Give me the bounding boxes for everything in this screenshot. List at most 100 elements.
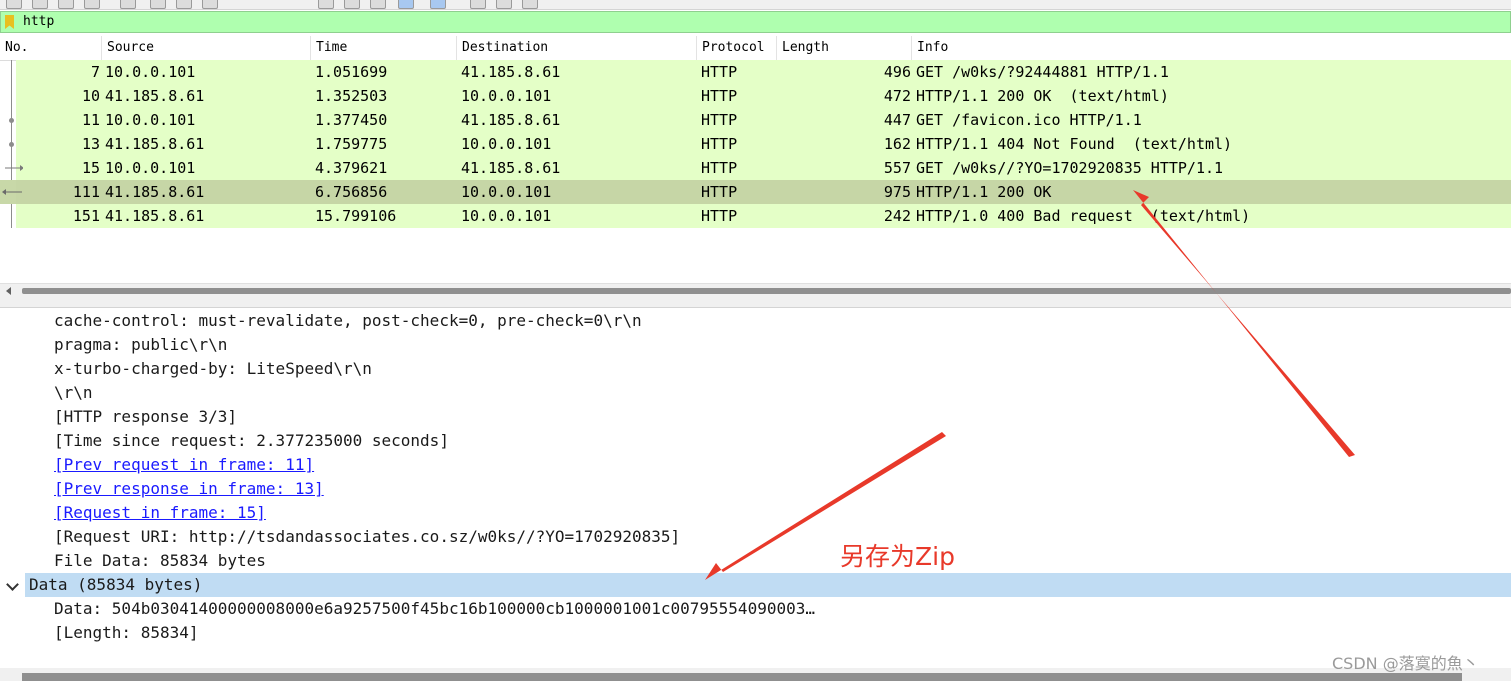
colorize-icon[interactable] xyxy=(398,0,414,9)
detail-line[interactable]: [Time since request: 2.377235000 seconds… xyxy=(54,429,449,453)
cell-no: 10 xyxy=(81,87,100,105)
cell-no: 13 xyxy=(81,135,100,153)
cell-no: 111 xyxy=(72,183,100,201)
main-toolbar xyxy=(0,0,1511,10)
cell-source: 10.0.0.101 xyxy=(105,159,196,177)
row-background xyxy=(16,60,1511,84)
detail-line[interactable]: x-turbo-charged-by: LiteSpeed\r\n xyxy=(54,357,372,381)
column-header-time[interactable]: Time xyxy=(311,36,457,60)
zoom-in-icon[interactable] xyxy=(430,0,446,9)
find-packet-icon[interactable] xyxy=(120,0,136,9)
cell-source: 10.0.0.101 xyxy=(105,111,196,129)
data-node-label[interactable]: Data (85834 bytes) xyxy=(29,573,202,597)
cell-protocol: HTTP xyxy=(701,63,738,81)
chevron-down-icon[interactable] xyxy=(6,578,19,591)
cell-info: HTTP/1.1 404 Not Found (text/html) xyxy=(916,135,1233,153)
cell-no: 11 xyxy=(81,111,100,129)
column-header-source[interactable]: Source xyxy=(102,36,311,60)
go-back-icon[interactable] xyxy=(150,0,166,9)
scrollbar-thumb[interactable] xyxy=(22,673,1462,681)
data-length-line[interactable]: [Length: 85834] xyxy=(54,621,199,645)
display-filter-bar xyxy=(0,11,1511,33)
packet-row[interactable]: 11 10.0.0.101 1.377450 41.185.8.61 HTTP … xyxy=(0,108,1511,132)
conversation-dot xyxy=(9,142,14,147)
cell-length: 975 xyxy=(883,183,911,201)
cell-length: 496 xyxy=(883,63,911,81)
packet-row[interactable]: 10 41.185.8.61 1.352503 10.0.0.101 HTTP … xyxy=(0,84,1511,108)
prev-request-link[interactable]: [Prev request in frame: 11] xyxy=(54,453,314,477)
packet-row-selected[interactable]: 111 41.185.8.61 6.756856 10.0.0.101 HTTP… xyxy=(0,180,1511,204)
request-in-frame-link[interactable]: [Request in frame: 15] xyxy=(54,501,266,525)
cell-protocol: HTTP xyxy=(701,159,738,177)
column-header-protocol[interactable]: Protocol xyxy=(697,36,777,60)
cell-source: 10.0.0.101 xyxy=(105,63,196,81)
packet-list: No. Source Time Destination Protocol Len… xyxy=(0,36,1511,283)
request-uri-line[interactable]: [Request URI: http://tsdandassociates.co… xyxy=(54,525,680,549)
data-value-line[interactable]: Data: 504b03041400000008000e6a9257500f45… xyxy=(54,597,815,621)
cell-info: HTTP/1.1 200 OK (text/html) xyxy=(916,87,1169,105)
go-to-packet-icon[interactable] xyxy=(202,0,218,9)
cell-info: HTTP/1.0 400 Bad request (text/html) xyxy=(916,207,1251,225)
scroll-left-arrow-icon[interactable] xyxy=(6,287,11,295)
prev-response-link[interactable]: [Prev response in frame: 13] xyxy=(54,477,324,501)
column-header-destination[interactable]: Destination xyxy=(457,36,697,60)
cell-destination: 41.185.8.61 xyxy=(461,159,561,177)
cell-protocol: HTTP xyxy=(701,135,738,153)
row-background xyxy=(16,156,1511,180)
cell-protocol: HTTP xyxy=(701,183,738,201)
cell-length: 557 xyxy=(883,159,911,177)
cell-time: 1.051699 xyxy=(315,63,388,81)
data-node-selected[interactable] xyxy=(25,573,1511,597)
packet-row[interactable]: 15 10.0.0.101 4.379621 41.185.8.61 HTTP … xyxy=(0,156,1511,180)
annotation-label: 另存为Zip xyxy=(840,542,955,571)
column-header-info[interactable]: Info xyxy=(912,36,1511,60)
cell-protocol: HTTP xyxy=(701,207,738,225)
detail-line[interactable]: cache-control: must-revalidate, post-che… xyxy=(54,309,642,333)
bookmark-icon[interactable] xyxy=(5,15,14,29)
row-background xyxy=(16,180,1511,204)
zoom-out-icon[interactable] xyxy=(470,0,486,9)
column-header-length[interactable]: Length xyxy=(777,36,912,60)
packet-row[interactable]: 151 41.185.8.61 15.799106 10.0.0.101 HTT… xyxy=(0,204,1511,228)
detail-line[interactable]: pragma: public\r\n xyxy=(54,333,227,357)
cell-destination: 41.185.8.61 xyxy=(461,63,561,81)
packet-row[interactable]: 7 10.0.0.101 1.051699 41.185.8.61 HTTP 4… xyxy=(0,60,1511,84)
cell-time: 15.799106 xyxy=(315,207,397,225)
row-background xyxy=(16,204,1511,228)
watermark: CSDN @落寞的魚丶 xyxy=(1332,654,1479,673)
cell-length: 472 xyxy=(883,87,911,105)
normal-size-icon[interactable] xyxy=(496,0,512,9)
detail-line[interactable]: \r\n xyxy=(54,381,93,405)
cell-protocol: HTTP xyxy=(701,87,738,105)
close-file-icon[interactable] xyxy=(58,0,74,9)
cell-no: 151 xyxy=(72,207,100,225)
pane-splitter[interactable] xyxy=(0,297,1511,308)
packet-details-pane: cache-control: must-revalidate, post-che… xyxy=(0,308,1511,668)
reload-icon[interactable] xyxy=(84,0,100,9)
row-background xyxy=(16,84,1511,108)
last-packet-icon[interactable] xyxy=(344,0,360,9)
open-file-icon[interactable] xyxy=(6,0,22,9)
cell-length: 162 xyxy=(883,135,911,153)
save-file-icon[interactable] xyxy=(32,0,48,9)
autoscroll-icon[interactable] xyxy=(370,0,386,9)
cell-info: GET /w0ks/?92444881 HTTP/1.1 xyxy=(916,63,1169,81)
go-forward-icon[interactable] xyxy=(176,0,192,9)
file-data-line[interactable]: File Data: 85834 bytes xyxy=(54,549,266,573)
details-horizontal-scrollbar[interactable] xyxy=(0,668,1511,681)
first-packet-icon[interactable] xyxy=(318,0,334,9)
cell-time: 1.352503 xyxy=(315,87,388,105)
packet-row[interactable]: 13 41.185.8.61 1.759775 10.0.0.101 HTTP … xyxy=(0,132,1511,156)
cell-length: 447 xyxy=(883,111,911,129)
row-background xyxy=(16,132,1511,156)
display-filter-input[interactable] xyxy=(23,12,1503,32)
column-header-no[interactable]: No. xyxy=(0,36,102,60)
packet-list-horizontal-scrollbar[interactable] xyxy=(0,283,1511,298)
cell-source: 41.185.8.61 xyxy=(105,183,205,201)
cell-protocol: HTTP xyxy=(701,111,738,129)
resize-columns-icon[interactable] xyxy=(522,0,538,9)
cell-source: 41.185.8.61 xyxy=(105,207,205,225)
cell-no: 7 xyxy=(90,63,100,81)
scrollbar-thumb[interactable] xyxy=(22,288,1511,294)
detail-line[interactable]: [HTTP response 3/3] xyxy=(54,405,237,429)
